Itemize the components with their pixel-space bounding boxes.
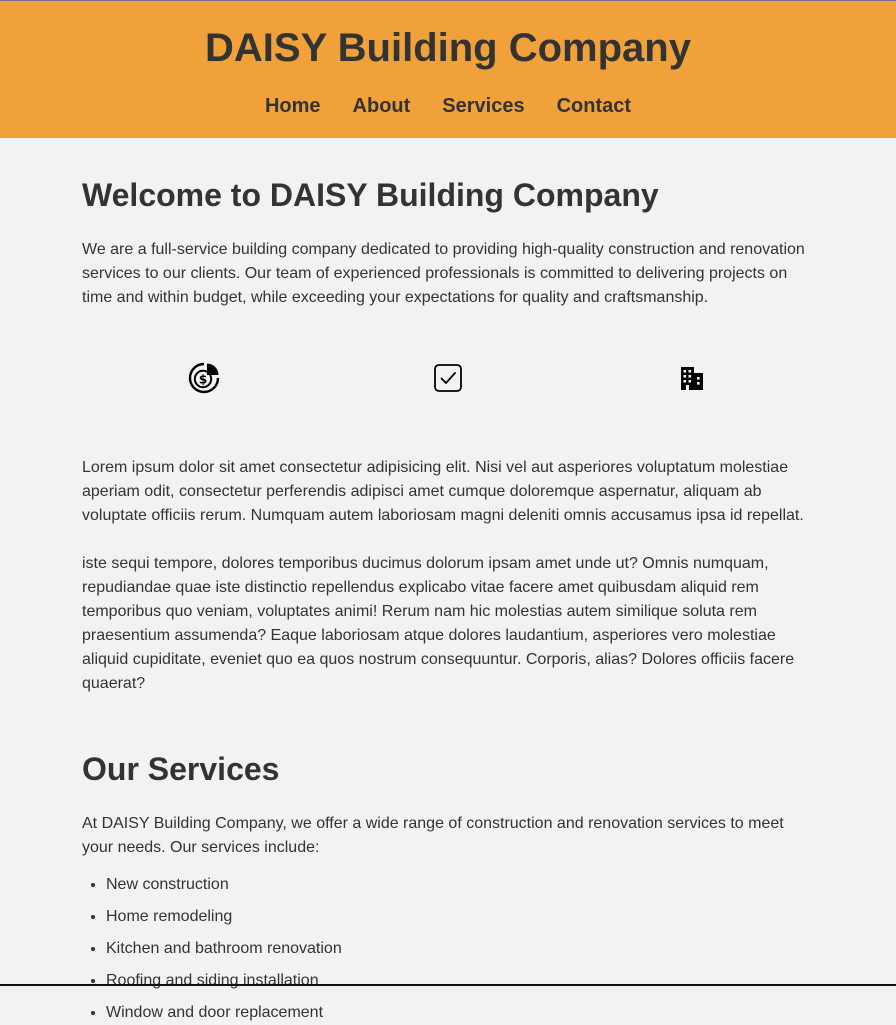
checkbox-icon	[326, 358, 570, 398]
services-list: New construction Home remodeling Kitchen…	[82, 873, 814, 1025]
list-item: Roofing and siding installation	[106, 969, 814, 993]
services-intro: At DAISY Building Company, we offer a wi…	[82, 815, 784, 856]
site-title: DAISY Building Company	[205, 26, 691, 70]
site-header: DAISY Building Company Home About Servic…	[0, 1, 896, 138]
feature-icons-row: $	[82, 358, 814, 398]
list-item: Home remodeling	[106, 905, 814, 929]
main-content: Welcome to DAISY Building Company We are…	[82, 176, 814, 1025]
list-item: New construction	[106, 873, 814, 897]
services-heading: Our Services	[82, 751, 280, 787]
list-item: Window and door replacement	[106, 1001, 814, 1025]
main-nav: Home About Services Contact	[0, 94, 896, 118]
svg-text:$: $	[199, 373, 207, 387]
list-item: Kitchen and bathroom renovation	[106, 937, 814, 961]
lorem-paragraph-1: Lorem ipsum dolor sit amet consectetur a…	[82, 459, 804, 524]
lorem-paragraph-2: iste sequi tempore, dolores temporibus d…	[82, 555, 795, 692]
building-icon	[570, 358, 814, 398]
nav-link-services[interactable]: Services	[442, 94, 524, 118]
nav-link-home[interactable]: Home	[265, 94, 321, 118]
nav-link-about[interactable]: About	[353, 94, 411, 118]
budget-chart-icon: $	[82, 358, 326, 398]
welcome-heading: Welcome to DAISY Building Company	[82, 177, 659, 213]
intro-paragraph: We are a full-service building company d…	[82, 241, 805, 306]
nav-link-contact[interactable]: Contact	[557, 94, 631, 118]
